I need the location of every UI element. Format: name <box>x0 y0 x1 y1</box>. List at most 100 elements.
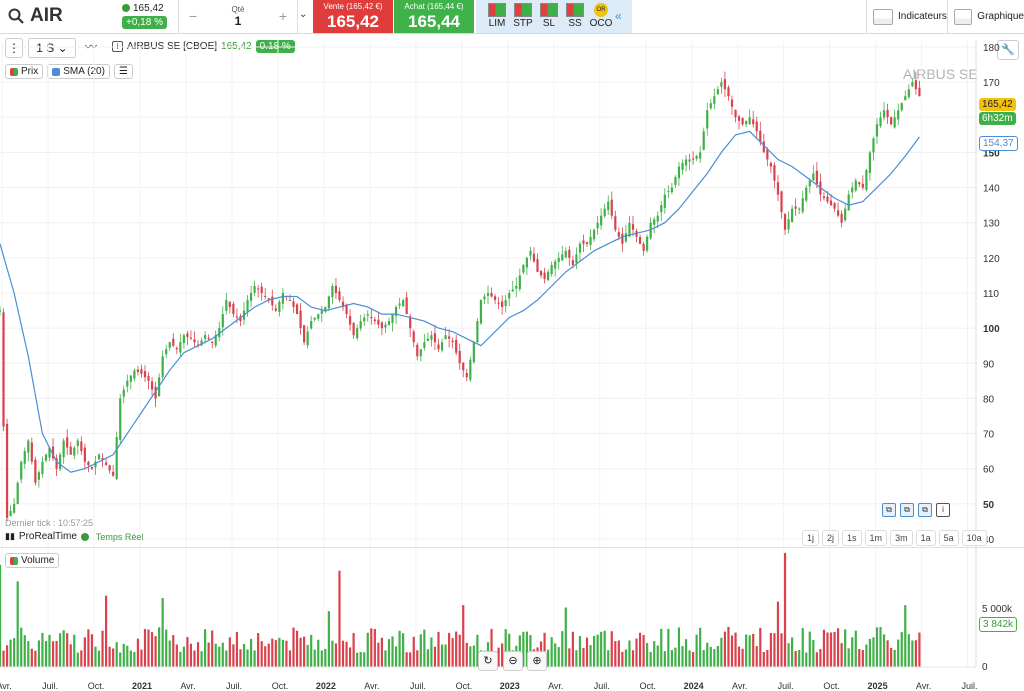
candle-body <box>752 119 755 125</box>
candle-body <box>310 321 313 329</box>
order-stp-button[interactable]: STP <box>510 0 536 33</box>
period-2d[interactable]: 2j <box>822 530 840 546</box>
drag-handle-icon[interactable]: ⋮ <box>5 38 23 58</box>
candle-body <box>221 314 224 328</box>
volume-bar <box>649 652 652 667</box>
indicators-icon <box>873 8 893 25</box>
order-stp-label: STP <box>513 18 533 29</box>
order-ss-button[interactable]: SS <box>562 0 588 33</box>
volume-bar <box>840 643 843 667</box>
order-oco-button[interactable]: OR OCO <box>588 0 614 33</box>
volume-bar <box>341 640 345 667</box>
candle-body <box>211 341 214 343</box>
period-1d[interactable]: 1j <box>802 530 820 546</box>
order-lim-button[interactable]: LIM <box>484 0 510 33</box>
indicators-button[interactable]: Indicateurs <box>866 0 947 33</box>
volume-bar <box>257 633 260 667</box>
candle-body <box>37 472 40 480</box>
candle-body <box>766 149 769 160</box>
legend-volume[interactable]: Volume <box>5 553 60 568</box>
pane-divider[interactable] <box>0 547 1024 548</box>
price-chart[interactable]: 405060708090100110120130140150160170180A… <box>0 0 1024 691</box>
sell-button[interactable]: Vente (165,42 €) 165,42 <box>313 0 393 33</box>
legend-list-button[interactable]: ☰ <box>113 64 133 79</box>
order-sl-button[interactable]: SL <box>536 0 562 33</box>
candle-body <box>490 292 493 297</box>
period-1m[interactable]: 1m <box>864 530 888 546</box>
candle-body <box>391 314 394 323</box>
collapse-arrows-icon[interactable]: « <box>615 9 622 23</box>
volume-bar <box>338 570 341 667</box>
qty-decrease-button[interactable]: − <box>189 8 197 24</box>
candle-body <box>373 319 376 322</box>
period-5y[interactable]: 5a <box>938 530 959 546</box>
volume-bar <box>426 649 429 667</box>
candle-body <box>62 440 65 458</box>
candle-body <box>200 340 203 346</box>
candle-body <box>140 369 143 374</box>
duplicate-icon[interactable]: ⧉ <box>918 503 932 517</box>
legend-price[interactable]: Prix <box>5 64 44 79</box>
order-lim-label: LIM <box>488 18 506 29</box>
qty-increase-button[interactable]: + <box>279 8 287 24</box>
volume-bar <box>147 629 150 667</box>
candle-body <box>398 303 401 306</box>
info-icon[interactable]: i <box>112 41 123 52</box>
candle-body <box>285 295 288 297</box>
volume-bar <box>172 635 175 667</box>
volume-bar <box>249 638 253 667</box>
candle-body <box>179 342 182 353</box>
volume-bar <box>918 632 921 667</box>
candle-body <box>271 296 274 306</box>
candle-body <box>331 285 334 298</box>
buy-button[interactable]: Achat (165,44 €) 165,44 <box>394 0 474 33</box>
candle-body <box>801 198 804 212</box>
volume-bar <box>674 647 677 667</box>
volume-bar <box>129 650 132 667</box>
volume-bar <box>822 629 826 667</box>
volume-bar <box>702 650 705 667</box>
candle-body <box>168 342 171 348</box>
candle-body <box>448 336 451 339</box>
legend-sma[interactable]: SMA (20) <box>47 64 110 79</box>
symbol-block[interactable]: AIR <box>8 5 63 27</box>
buy-price: 165,44 <box>408 12 460 31</box>
candle-body <box>44 454 48 461</box>
graph-button[interactable]: Graphique <box>947 0 1024 33</box>
period-1y[interactable]: 1a <box>915 530 936 546</box>
volume-bar <box>787 643 790 667</box>
candle-body <box>702 131 705 150</box>
period-10y[interactable]: 10a <box>961 530 987 546</box>
search-icon[interactable] <box>8 8 24 24</box>
volume-bar <box>730 635 734 667</box>
wrench-icon[interactable]: 🔧 <box>997 40 1019 60</box>
quantity-stepper[interactable]: − Qté 1 + <box>178 0 298 33</box>
volume-bar <box>66 633 69 667</box>
candle-body <box>688 159 691 162</box>
candle-body <box>773 165 776 181</box>
zoom-in-icon[interactable]: ⊕ <box>527 651 547 671</box>
candle-body <box>596 222 599 229</box>
interval-selector[interactable]: 1 S ⌄ <box>28 38 76 58</box>
order-stp-icon <box>514 3 532 17</box>
ticker-line: i AIRBUS SE [CBOE] 165,42 0.18 % <box>112 40 295 53</box>
chart-type-icon[interactable]: 〰 <box>80 38 102 56</box>
volume-bar <box>465 642 468 667</box>
copy-icon[interactable]: ⧉ <box>882 503 896 517</box>
info-box-icon[interactable]: i <box>936 503 950 517</box>
volume-bar <box>868 638 872 667</box>
volume-bar <box>104 595 108 667</box>
reset-zoom-icon[interactable]: ↻ <box>478 651 498 671</box>
period-3m[interactable]: 3m <box>890 530 913 546</box>
candle-body <box>624 233 628 242</box>
candle-body <box>833 203 836 209</box>
x-tick-label: Oct. <box>88 681 105 691</box>
volume-bar <box>161 598 164 667</box>
period-1w[interactable]: 1s <box>842 530 862 546</box>
zoom-out-icon[interactable]: ⊖ <box>503 651 523 671</box>
candle-body <box>423 342 426 348</box>
candle-body <box>699 152 702 159</box>
candle-body <box>20 461 23 480</box>
copy-alt-icon[interactable]: ⧉ <box>900 503 914 517</box>
chevron-down-icon[interactable]: ⌄ <box>299 9 307 20</box>
